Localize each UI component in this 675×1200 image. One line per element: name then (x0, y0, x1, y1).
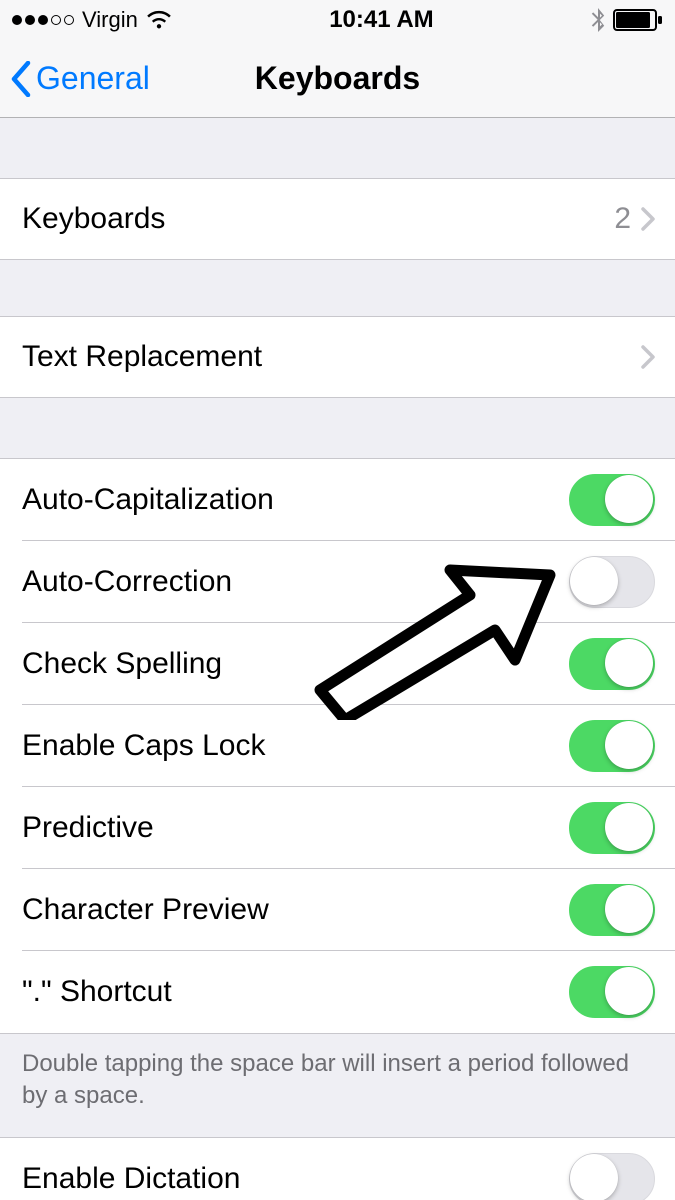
toggle-row[interactable]: "." Shortcut (0, 951, 675, 1033)
back-label: General (36, 60, 150, 97)
toggle-row[interactable]: Auto-Capitalization (0, 459, 675, 541)
status-bar: Virgin 10:41 AM (0, 0, 675, 40)
chevron-left-icon (10, 61, 32, 97)
group-spacer (0, 398, 675, 458)
status-right (591, 8, 663, 32)
toggle-switch[interactable] (569, 884, 655, 936)
dictation-toggle[interactable] (569, 1153, 655, 1200)
status-left: Virgin (12, 7, 172, 33)
dictation-label: Enable Dictation (22, 1162, 569, 1196)
group-spacer (0, 260, 675, 316)
wifi-icon (146, 10, 172, 30)
toggle-row[interactable]: Enable Caps Lock (0, 705, 675, 787)
text-replacement-row[interactable]: Text Replacement (0, 316, 675, 398)
dictation-row[interactable]: Enable Dictation (0, 1138, 675, 1200)
toggle-switch[interactable] (569, 638, 655, 690)
toggle-label: Character Preview (22, 893, 569, 927)
footer-note: Double tapping the space bar will insert… (0, 1034, 675, 1137)
chevron-right-icon (641, 207, 655, 231)
chevron-right-icon (641, 345, 655, 369)
toggle-label: Auto-Correction (22, 565, 569, 599)
keyboards-count: 2 (614, 202, 631, 236)
toggle-row[interactable]: Auto-Correction (0, 541, 675, 623)
bluetooth-icon (591, 8, 605, 32)
toggle-list: Auto-Capitalization Auto-Correction Check … (0, 458, 675, 1034)
back-button[interactable]: General (10, 40, 150, 117)
toggle-label: Predictive (22, 811, 569, 845)
keyboards-row[interactable]: Keyboards 2 (0, 178, 675, 260)
toggle-row[interactable]: Predictive (0, 787, 675, 869)
toggle-switch[interactable] (569, 802, 655, 854)
page-title: Keyboards (255, 60, 420, 97)
toggle-label: Enable Caps Lock (22, 729, 569, 763)
nav-bar: General Keyboards (0, 40, 675, 118)
carrier-label: Virgin (82, 7, 138, 33)
toggle-switch[interactable] (569, 474, 655, 526)
toggle-switch[interactable] (569, 720, 655, 772)
group-spacer (0, 118, 675, 178)
dictation-group: Enable Dictation (0, 1137, 675, 1200)
text-replacement-label: Text Replacement (22, 340, 641, 374)
toggle-label: Auto-Capitalization (22, 483, 569, 517)
toggle-switch[interactable] (569, 556, 655, 608)
toggle-row[interactable]: Check Spelling (0, 623, 675, 705)
clock-label: 10:41 AM (329, 6, 433, 34)
toggle-switch[interactable] (569, 966, 655, 1018)
signal-strength-icon (12, 15, 74, 25)
toggle-row[interactable]: Character Preview (0, 869, 675, 951)
toggle-label: "." Shortcut (22, 975, 569, 1009)
battery-icon (613, 9, 663, 31)
toggle-label: Check Spelling (22, 647, 569, 681)
keyboards-label: Keyboards (22, 202, 614, 236)
